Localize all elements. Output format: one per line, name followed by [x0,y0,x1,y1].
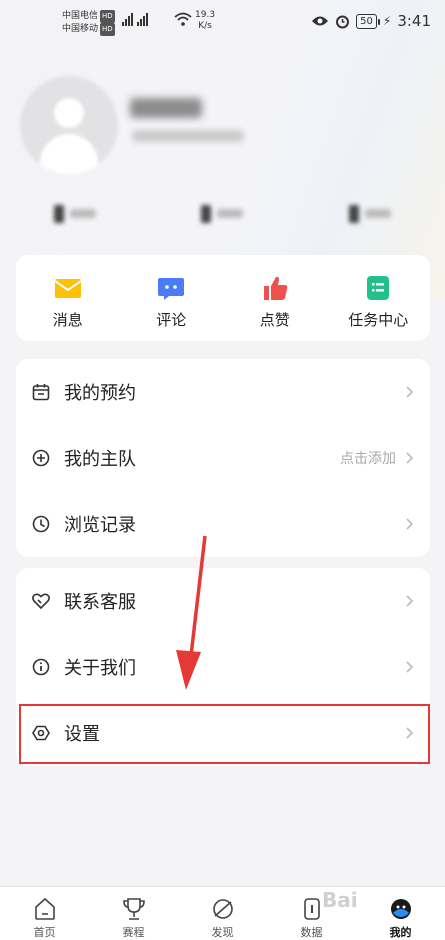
stat-blurred-2[interactable] [201,203,243,223]
settings-highlight-box [19,704,430,764]
menu-item-my-reservations[interactable]: 我的预约 [16,359,430,425]
data-icon [303,898,320,920]
mail-icon [54,279,82,298]
heart-handshake-icon [32,593,50,610]
signal-icon [137,12,148,26]
speed-unit: K/s [198,21,212,31]
battery-level: 50 [356,13,380,29]
quick-item-messages[interactable]: 消息 [16,255,120,341]
chevron-right-icon [406,518,414,530]
thumbs-up-icon [263,276,287,300]
profile-avatar-icon [390,899,411,919]
planet-icon [212,899,233,919]
network-speed: 19.3 K/s [195,10,215,32]
bottom-tab-bar: 首页 赛程 发现 数据 我的 [0,886,445,940]
tab-label: 数据 [300,926,323,939]
trophy-icon [122,898,145,920]
home-icon [34,897,55,920]
menu-item-history[interactable]: 浏览记录 [16,491,430,557]
stat-blurred-3[interactable] [349,203,391,223]
stat-blurred-1[interactable] [54,203,96,223]
hd-badge: HD [100,23,115,36]
watermark-logo: Bai [322,888,358,912]
menu-item-label: 浏览记录 [64,515,136,536]
add-team-hint: 点击添加 [340,451,396,467]
quick-item-task-center[interactable]: 任务中心 [327,255,431,341]
calendar-icon [32,384,50,401]
profile-avatar[interactable] [20,76,118,174]
quick-actions-card: 消息 评论 点赞 任务中心 [16,255,430,341]
tab-label: 我的 [389,926,412,939]
tab-schedule[interactable]: 赛程 [89,887,178,940]
chevron-right-icon [406,595,414,607]
menu-item-my-team[interactable]: 我的主队 点击添加 [16,425,430,491]
info-icon [32,658,50,676]
status-bar: 中国电信 HD 中国移动 HD 19.3 K/s 50 ⚡ 3:41 [0,0,445,44]
user-subtitle-blurred [132,130,244,142]
tab-home[interactable]: 首页 [0,887,89,940]
tab-mine[interactable]: 我的 [356,887,445,940]
clock-time: 3:41 [397,12,431,30]
charging-icon: ⚡ [382,14,392,28]
quick-item-comments[interactable]: 评论 [120,255,224,341]
tab-label: 赛程 [122,926,145,939]
signal-icons [122,12,148,26]
eye-icon [312,16,329,26]
task-list-icon [367,276,390,300]
status-right: 50 ⚡ 3:41 [311,12,431,30]
hd-badge: HD [100,10,115,23]
speed-value: 19.3 [195,10,216,20]
quick-item-label: 点赞 [259,311,290,329]
menu-item-label: 关于我们 [64,658,136,679]
signal-icon [122,12,133,26]
menu-item-about-us[interactable]: 关于我们 [16,634,430,700]
alarm-icon [336,15,350,28]
clock-icon [32,515,50,533]
quick-item-likes[interactable]: 点赞 [223,255,327,341]
quick-item-label: 任务中心 [348,311,409,329]
menu-group-1: 我的预约 我的主队 点击添加 浏览记录 [16,359,430,557]
tab-label: 发现 [211,926,234,939]
menu-item-label: 我的主队 [64,449,136,470]
menu-item-customer-service[interactable]: 联系客服 [16,568,430,634]
chevron-right-icon [406,386,414,398]
add-circle-icon [32,449,50,467]
menu-item-label: 我的预约 [64,383,136,404]
chevron-right-icon [406,452,414,464]
chevron-right-icon [406,661,414,673]
username-blurred[interactable] [130,98,202,118]
tab-label: 首页 [33,926,56,939]
tab-discover[interactable]: 发现 [178,887,267,940]
menu-item-label: 联系客服 [64,592,136,613]
carrier-info: 中国电信 HD 中国移动 HD [62,10,115,36]
comment-icon [158,278,185,300]
carrier-2: 中国移动 [62,24,99,34]
wifi-icon [174,12,192,26]
quick-item-label: 消息 [52,311,83,329]
carrier-1: 中国电信 [62,11,99,21]
quick-item-label: 评论 [156,311,187,329]
